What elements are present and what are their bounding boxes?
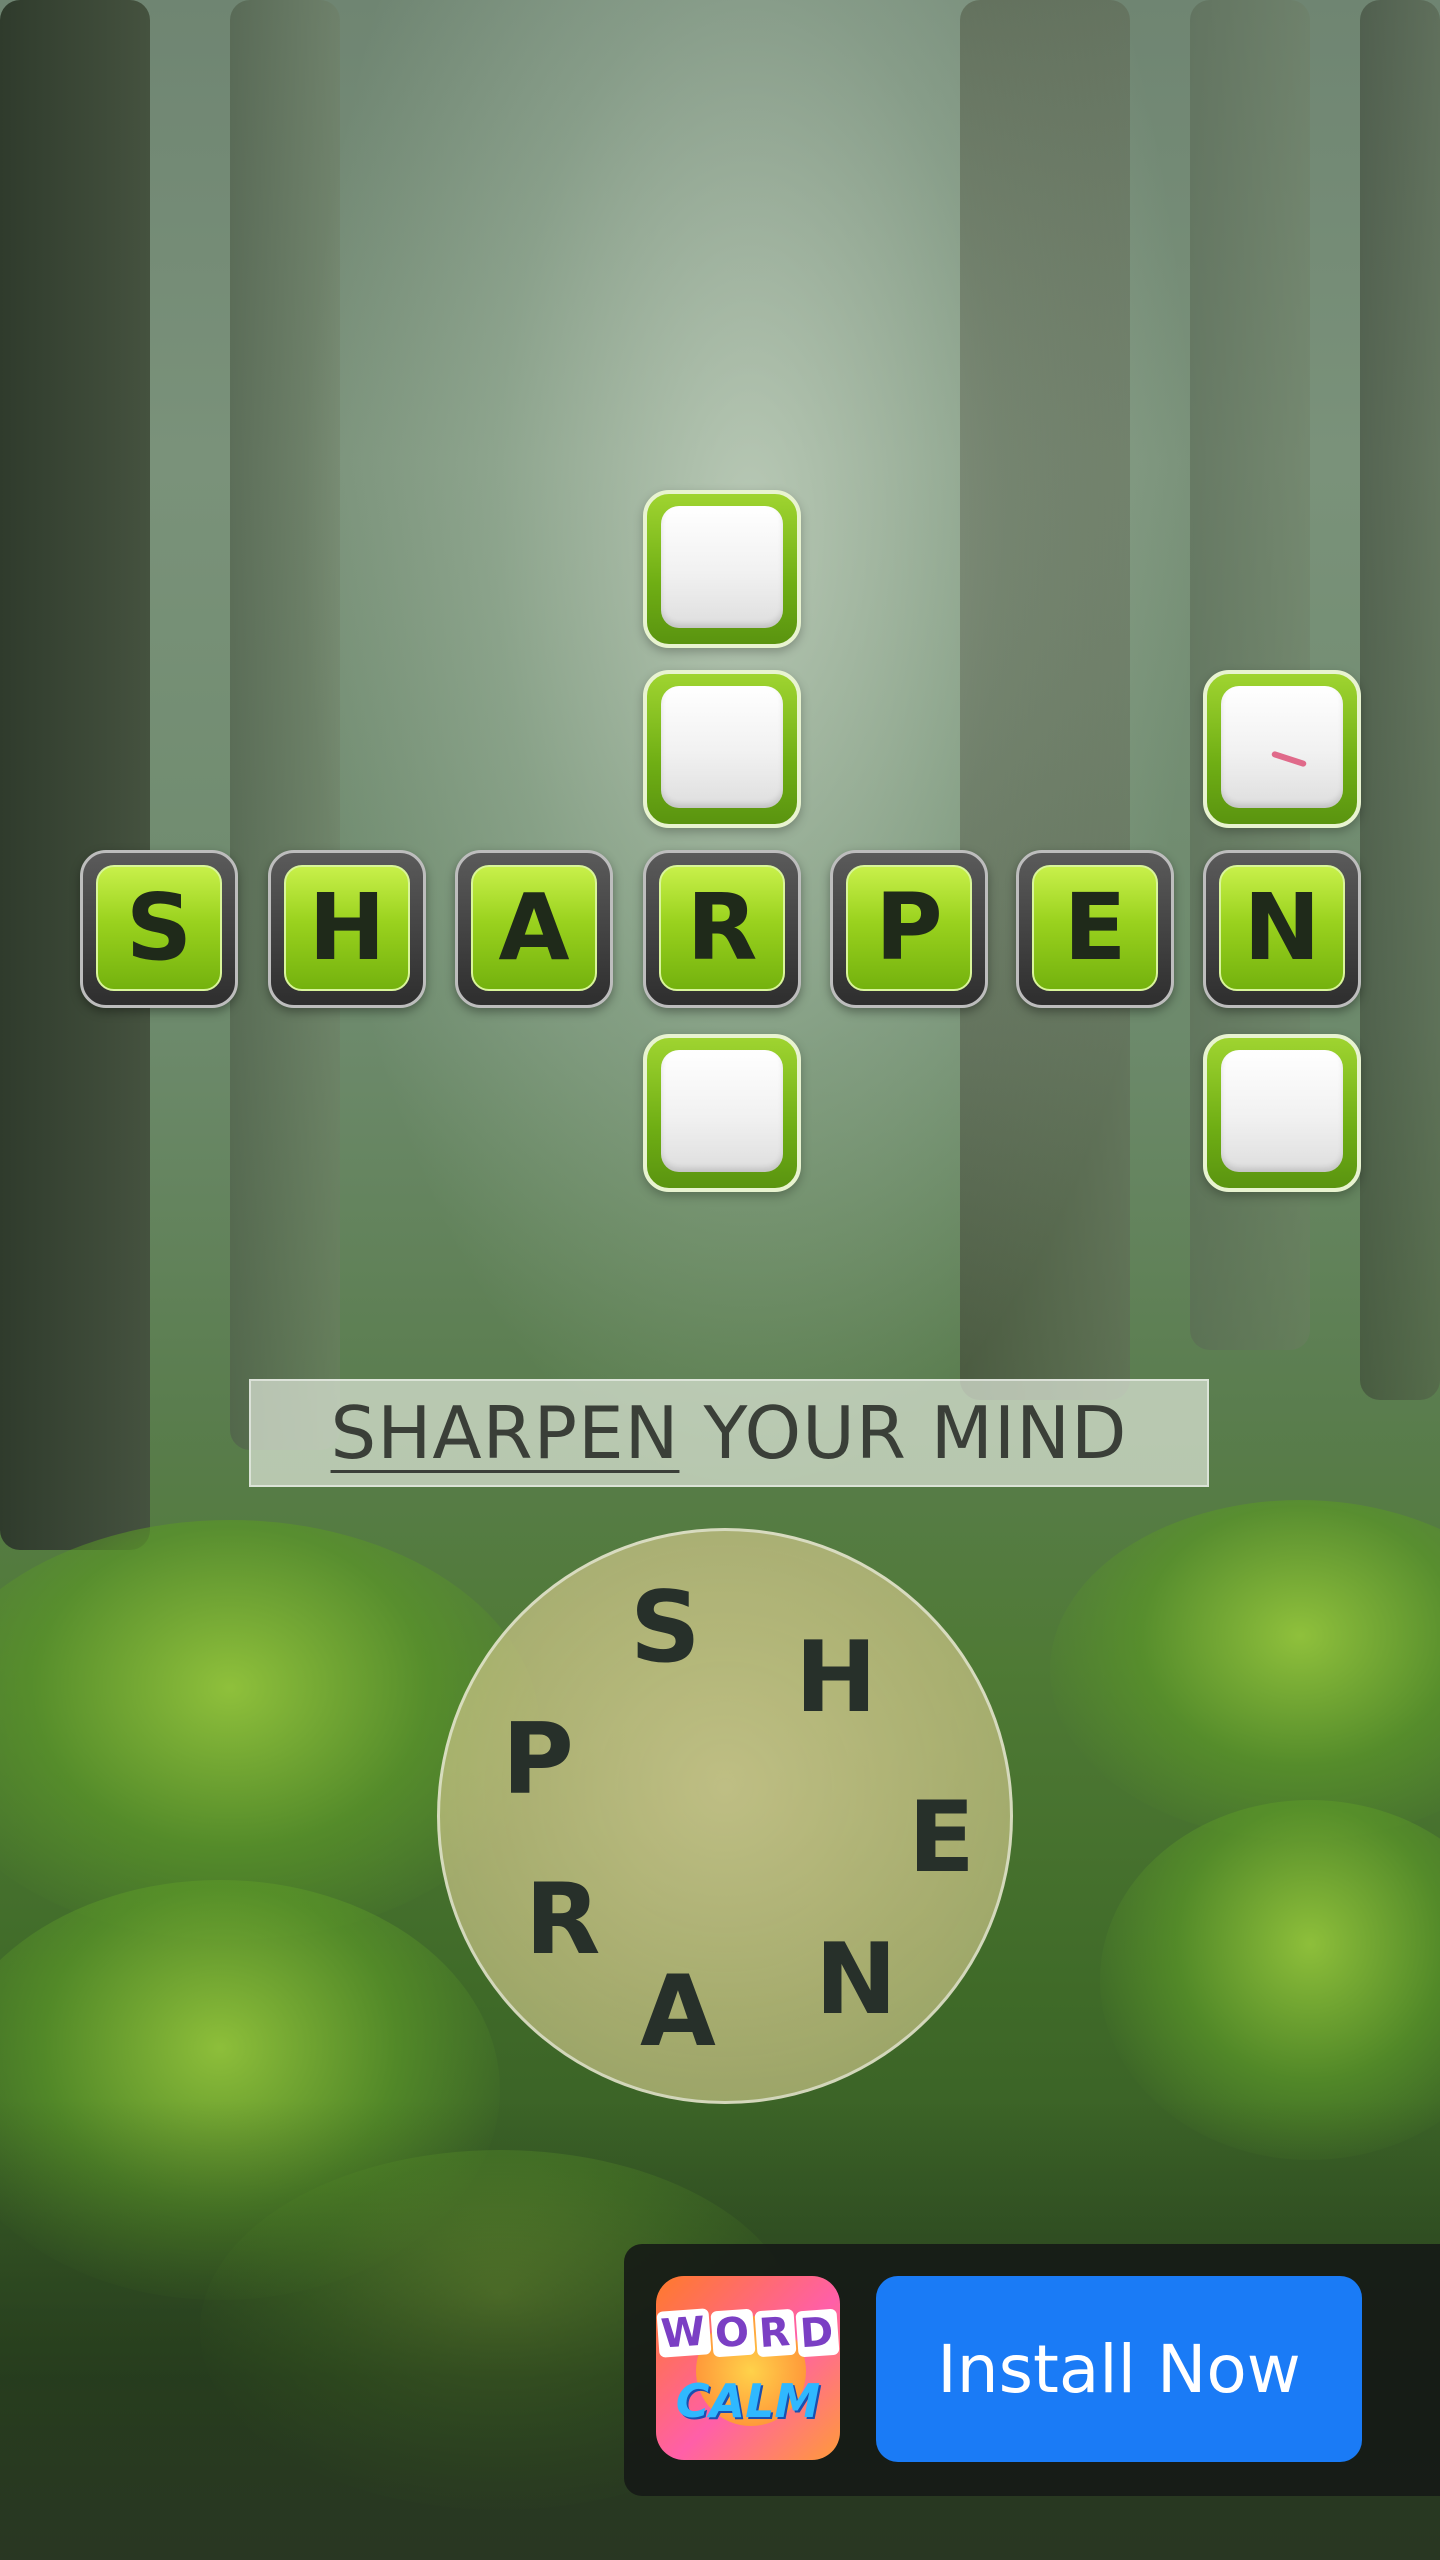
- forest-background: [0, 0, 1440, 2560]
- solved-letter-tile: A: [455, 850, 613, 1008]
- hint-mark: [1270, 750, 1308, 768]
- tile-letter: A: [498, 874, 570, 981]
- clue-banner: SHARPEN YOUR MIND: [249, 1379, 1209, 1487]
- empty-letter-tile: [643, 670, 801, 828]
- app-icon-subtitle: CALM: [675, 2374, 821, 2428]
- empty-letter-tile: [1203, 670, 1361, 828]
- tile-letter: H: [308, 874, 386, 981]
- clue-highlighted-word: SHARPEN: [330, 1391, 680, 1475]
- tile-letter: R: [686, 874, 758, 981]
- empty-letter-tile: [1203, 1034, 1361, 1192]
- solved-letter-tile: H: [268, 850, 426, 1008]
- solved-letter-tile: S: [80, 850, 238, 1008]
- ad-banner: WORD CALM Install Now: [624, 2244, 1440, 2496]
- wheel-letter[interactable]: S: [630, 1579, 701, 1677]
- tile-letter: P: [875, 874, 943, 981]
- empty-letter-tile: [643, 1034, 801, 1192]
- app-icon-title: WORD: [656, 2308, 840, 2358]
- word-calm-app-icon[interactable]: WORD CALM: [656, 2276, 840, 2460]
- solved-letter-tile: E: [1016, 850, 1174, 1008]
- solved-letter-tile: P: [830, 850, 988, 1008]
- tile-letter: N: [1243, 874, 1321, 981]
- install-now-button[interactable]: Install Now: [876, 2276, 1362, 2462]
- letter-wheel[interactable]: S H E N A R P: [437, 1528, 1013, 2104]
- tile-letter: S: [125, 874, 193, 981]
- wheel-letter[interactable]: P: [502, 1711, 574, 1809]
- tile-letter: E: [1063, 874, 1127, 981]
- wheel-letter[interactable]: E: [908, 1789, 975, 1887]
- empty-letter-tile: [643, 490, 801, 648]
- wheel-letter[interactable]: H: [795, 1629, 877, 1727]
- solved-letter-tile: R: [643, 850, 801, 1008]
- game-screen: S H A R P E N SHARPEN YOUR MIND S H E N A…: [0, 0, 1440, 2560]
- wheel-letter[interactable]: N: [815, 1931, 897, 2029]
- clue-rest: YOUR MIND: [703, 1391, 1128, 1475]
- solved-letter-tile: N: [1203, 850, 1361, 1008]
- wheel-letter[interactable]: A: [640, 1963, 716, 2061]
- wheel-letter[interactable]: R: [525, 1871, 600, 1969]
